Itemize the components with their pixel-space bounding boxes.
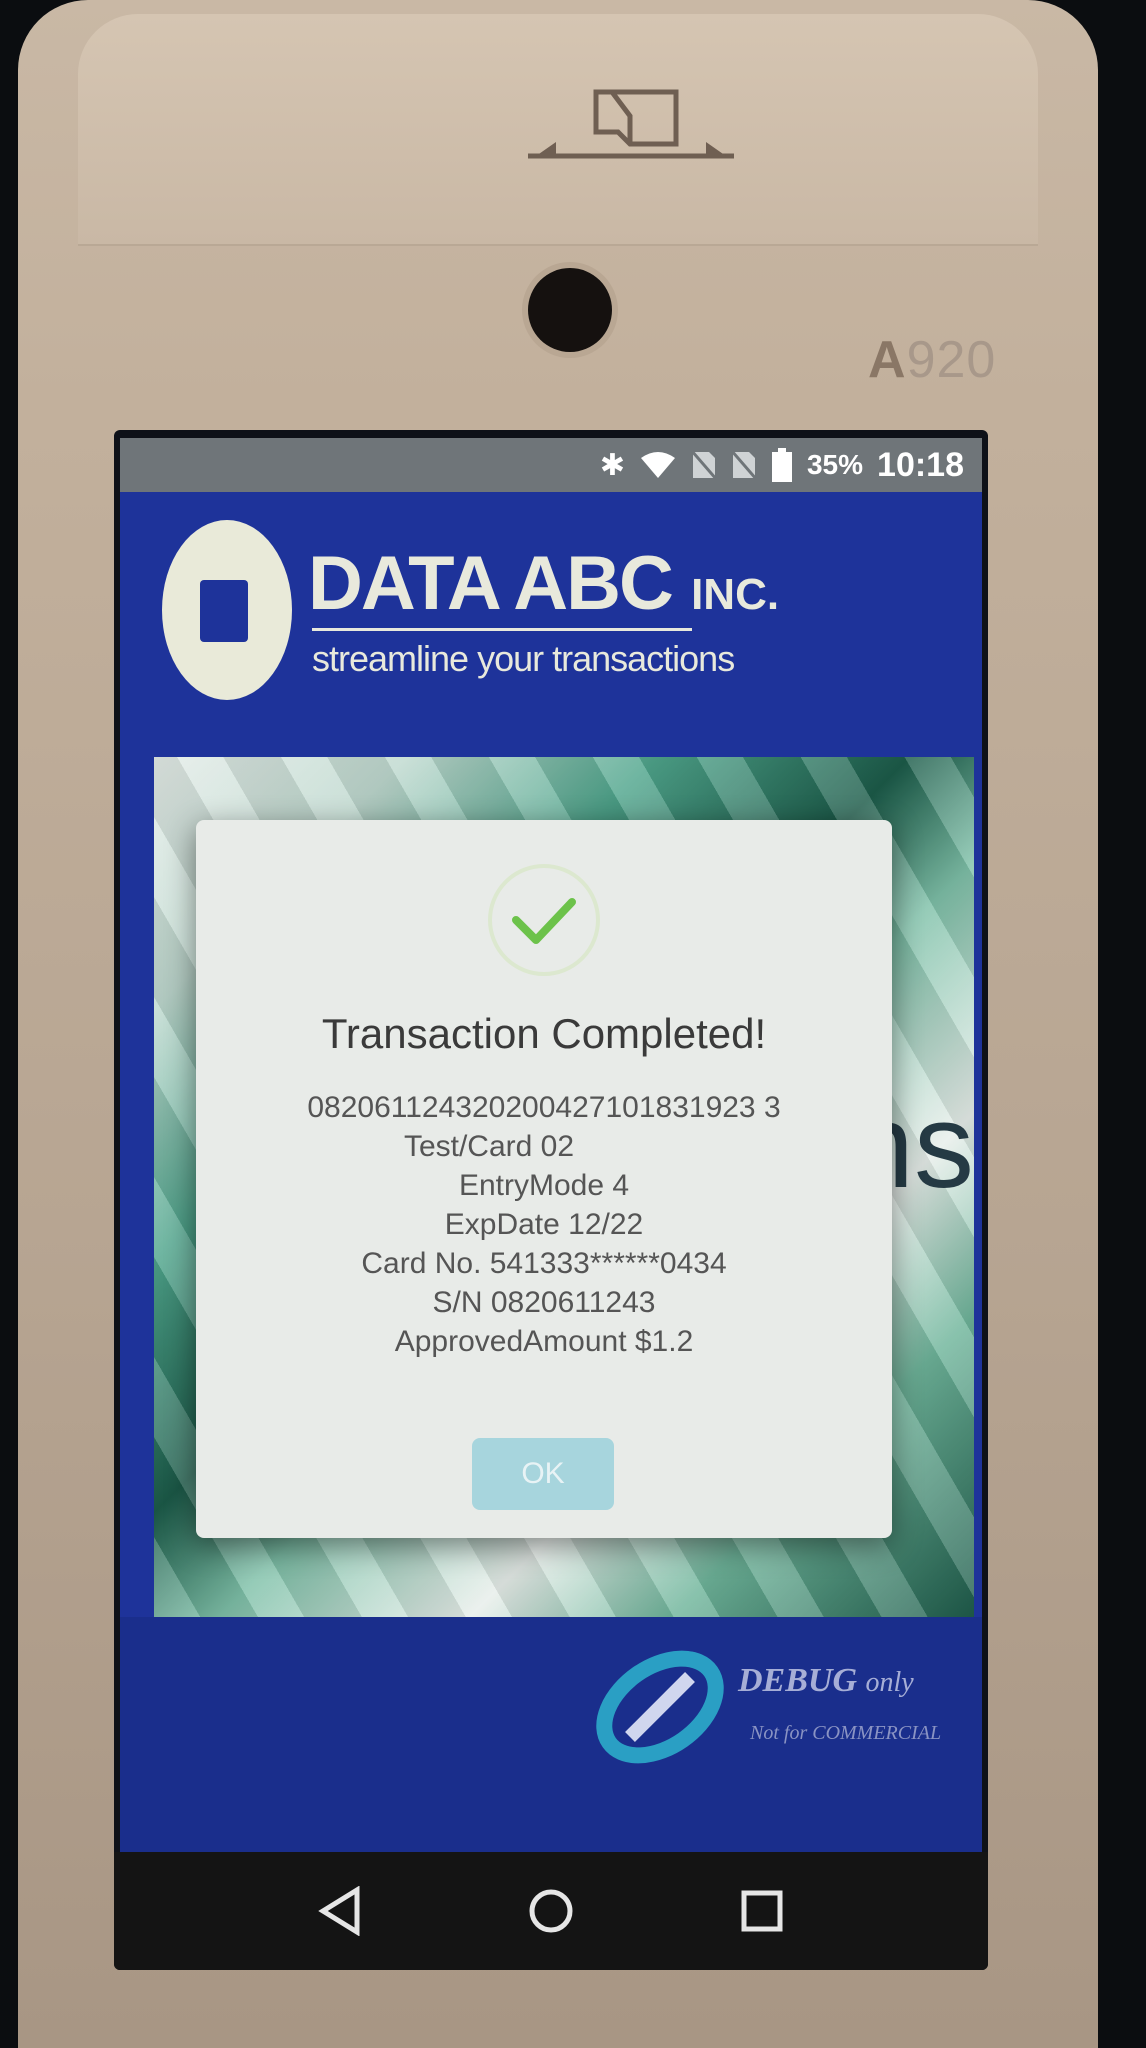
back-icon (317, 1886, 360, 1936)
recents-icon (741, 1890, 783, 1932)
home-icon (529, 1889, 573, 1933)
bluetooth-icon: ✱ (599, 448, 625, 482)
entry-mode: EntryMode 4 (458, 1169, 630, 1202)
battery-percent: 35% (806, 449, 864, 480)
debug-watermark: DEBUG only (738, 1662, 914, 1699)
printer-cover (78, 14, 1038, 246)
navigation-bar (114, 1852, 988, 1970)
card-number: Card No. 541333******0434 (361, 1247, 727, 1280)
check-icon (488, 864, 600, 976)
debug-watermark-subtitle: Not for COMMERCIAL (750, 1722, 942, 1744)
company-logo (162, 520, 292, 700)
battery-icon (771, 448, 792, 482)
brand-name: DATA ABC INC. (308, 541, 780, 626)
no-sim-icon (730, 450, 757, 480)
dialog-title: Transaction Completed! (321, 1010, 767, 1057)
status-bar: ✱ 35% 10:18 (120, 438, 982, 492)
transaction-dialog: Transaction Completed! 08206112432020042… (196, 820, 892, 1538)
serial-number: S/N 0820611243 (432, 1286, 656, 1319)
brand-tagline: streamline your transactions (312, 638, 735, 679)
paper-feed-icon (528, 89, 734, 159)
clock: 10:18 (877, 445, 964, 484)
app-header: DATA ABC INC. streamline your transactio… (120, 492, 982, 752)
transaction-id: 082061124320200427101831923 3 (307, 1091, 781, 1124)
exp-date: ExpDate 12/22 (444, 1208, 644, 1241)
wifi-icon (640, 452, 675, 478)
back-button[interactable] (305, 1876, 375, 1946)
front-camera (528, 268, 612, 352)
debug-logo-icon (596, 1650, 724, 1764)
home-button[interactable] (516, 1876, 586, 1946)
card-holder: Test/Card 02 (403, 1130, 575, 1163)
model-label: A920 (868, 331, 997, 389)
approved-amount: ApprovedAmount $1.2 (394, 1325, 694, 1358)
no-sim-icon (690, 450, 717, 480)
brand-divider (312, 628, 692, 631)
recents-button[interactable] (727, 1876, 797, 1946)
transaction-details: 082061124320200427101831923 3 Test/Card … (196, 1088, 892, 1361)
ok-button[interactable]: OK (472, 1438, 614, 1510)
